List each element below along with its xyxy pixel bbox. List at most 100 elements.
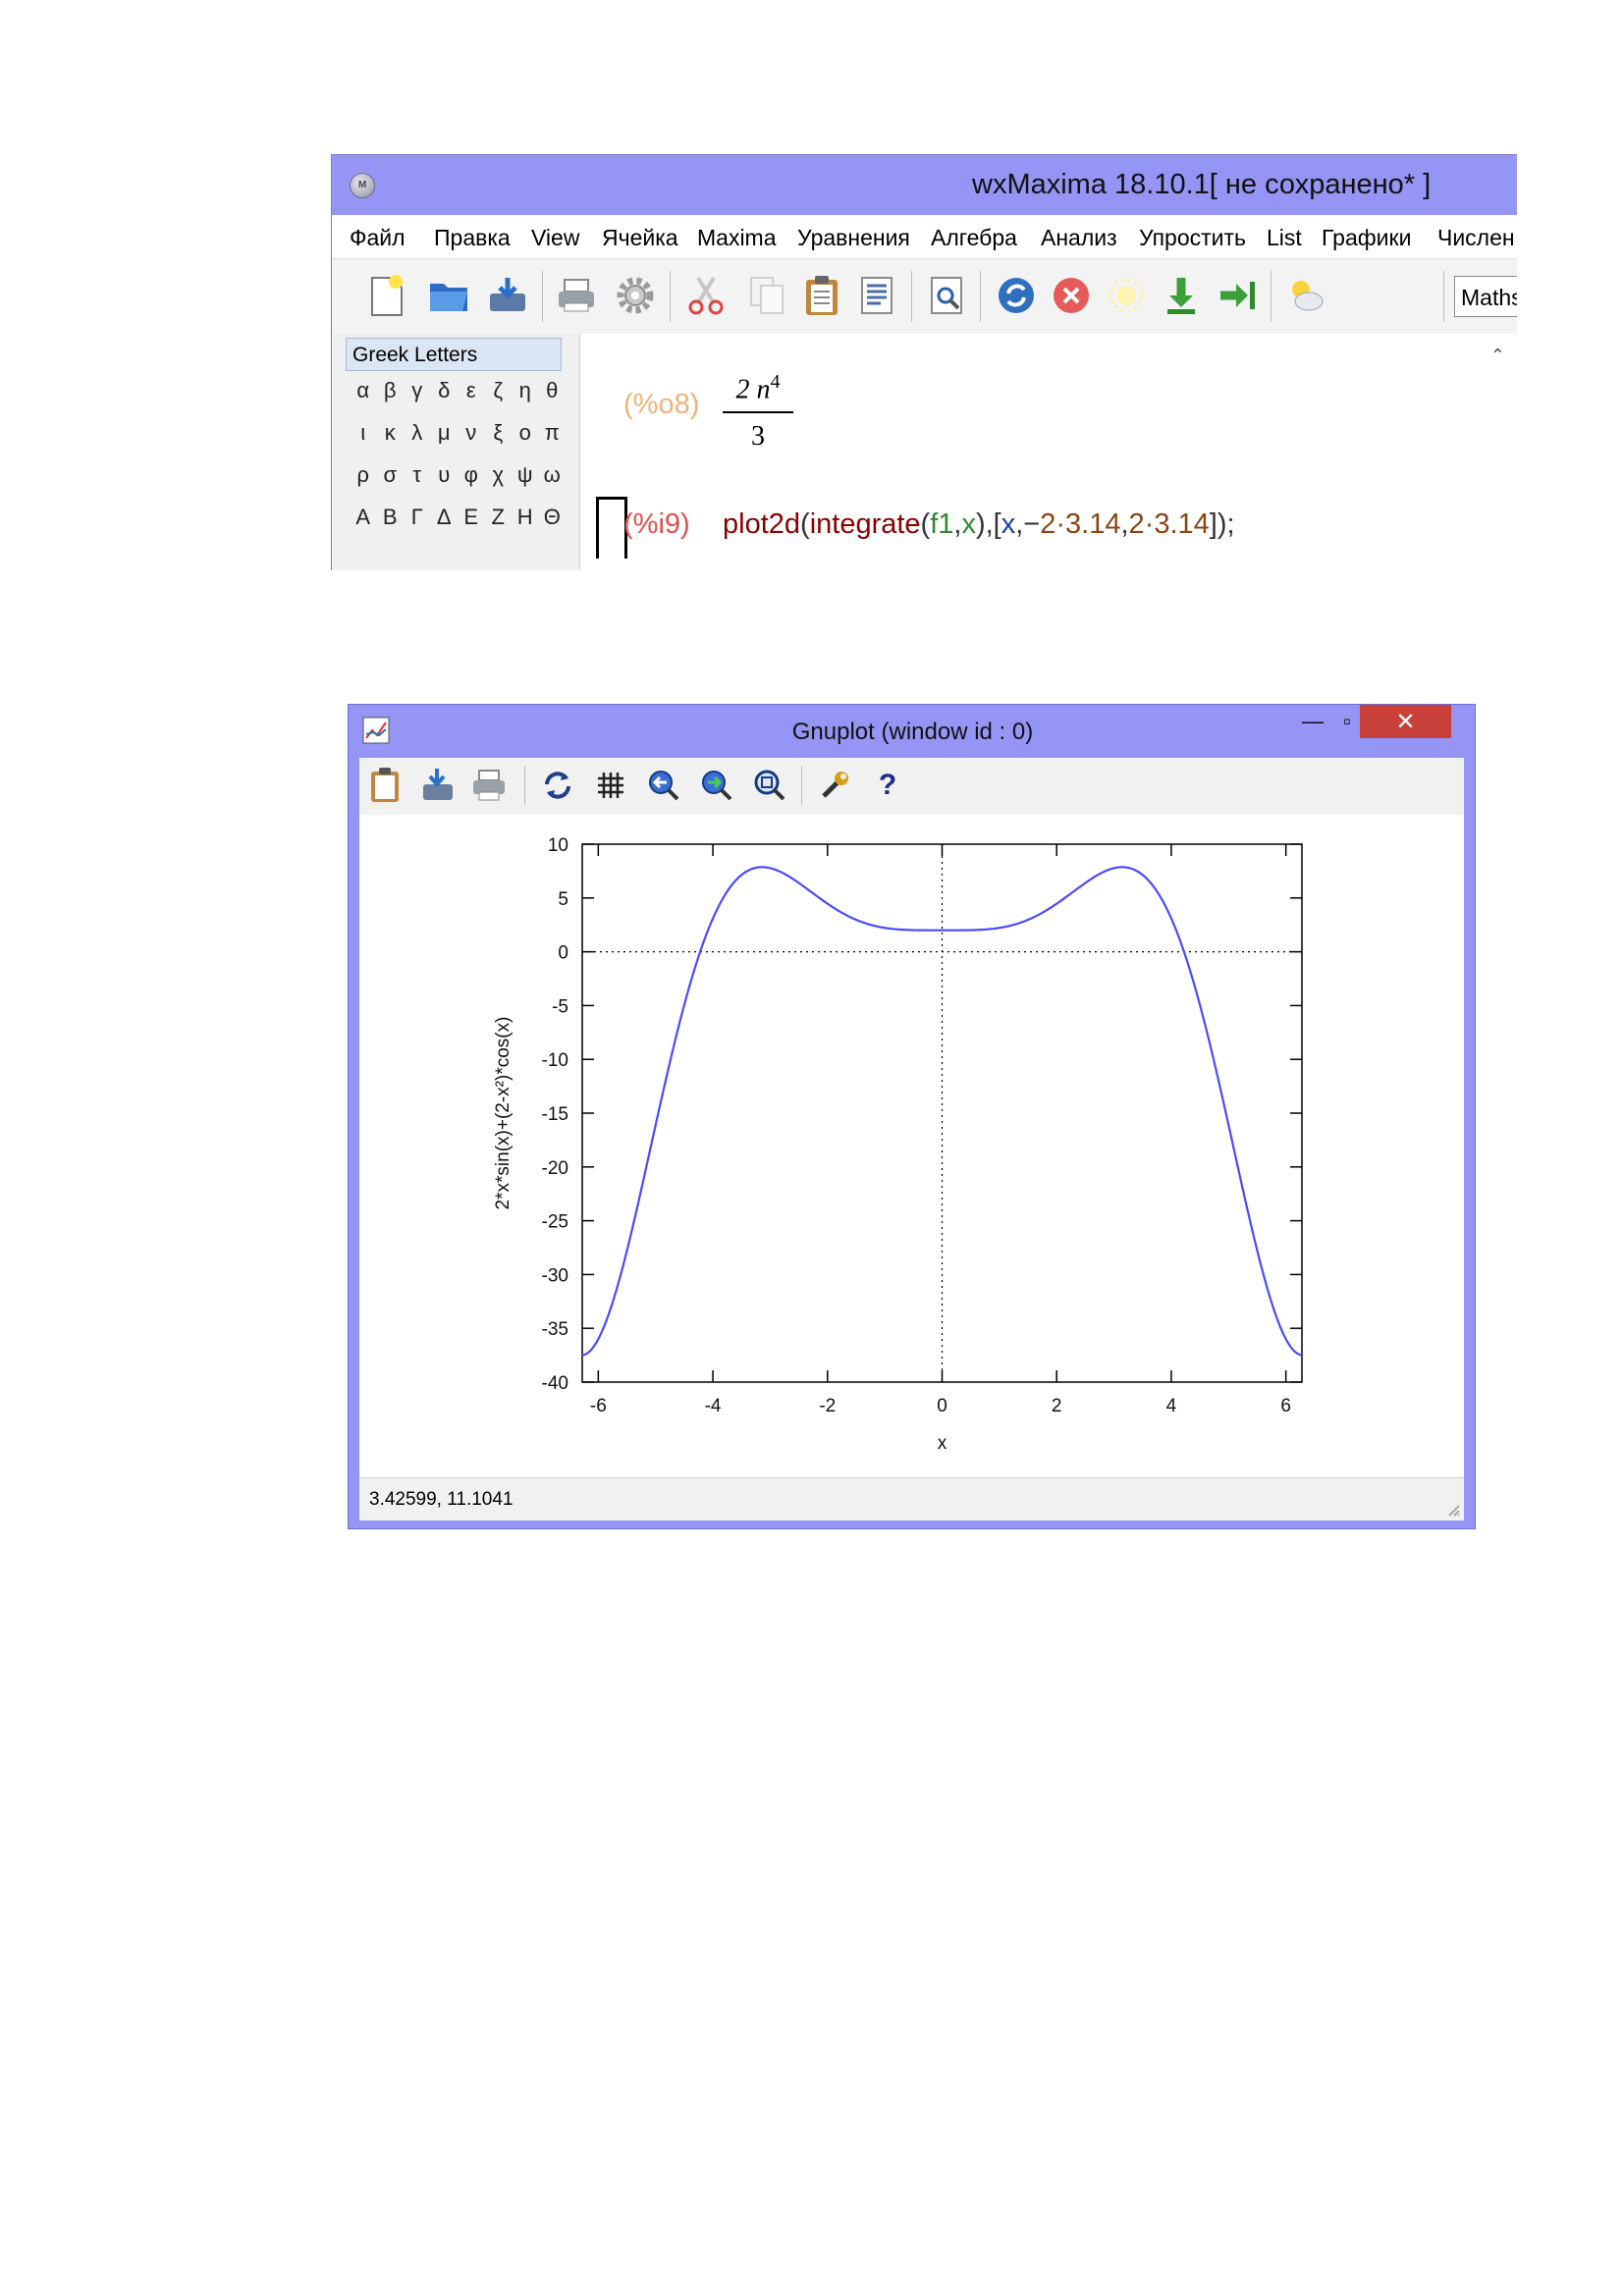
- menu-numeric[interactable]: Числен: [1437, 225, 1515, 251]
- select-all-icon[interactable]: [854, 273, 899, 318]
- fraction-numerator: 2 n: [735, 374, 771, 405]
- greek-letter[interactable]: Η: [512, 505, 539, 530]
- menu-maxima[interactable]: Maxima: [697, 225, 777, 251]
- help-icon[interactable]: ?: [866, 764, 909, 807]
- greek-row-3: ρστυφχψω: [350, 462, 566, 488]
- zoom-previous-icon[interactable]: [642, 764, 685, 807]
- greek-letter[interactable]: Ε: [458, 505, 485, 530]
- export-icon[interactable]: [416, 764, 460, 807]
- menu-edit[interactable]: Правка: [434, 225, 511, 251]
- print-icon[interactable]: [467, 764, 511, 807]
- gnuplot-toolbar: ?: [359, 758, 1464, 815]
- greek-letter[interactable]: α: [350, 378, 377, 403]
- menu-file[interactable]: Файл: [350, 225, 406, 251]
- weather-sun-cloud-icon[interactable]: [1282, 273, 1327, 318]
- open-folder-icon[interactable]: [426, 273, 471, 318]
- refresh-icon[interactable]: [994, 273, 1039, 318]
- greek-row-4: ΑΒΓΔΕΖΗΘ: [350, 505, 566, 530]
- greek-letter[interactable]: ζ: [485, 378, 513, 403]
- y-tick-label: -40: [542, 1373, 568, 1394]
- greek-letter[interactable]: ο: [512, 420, 539, 446]
- replot-icon[interactable]: [536, 764, 579, 807]
- greek-letter[interactable]: ε: [458, 378, 485, 403]
- find-icon[interactable]: [925, 273, 970, 318]
- paste-icon[interactable]: [799, 273, 844, 318]
- greek-letter[interactable]: τ: [404, 462, 431, 488]
- code-comma: ,−: [1015, 508, 1041, 540]
- wxmaxima-toolbar: Maths: [332, 258, 1517, 335]
- input-code[interactable]: plot2d(integrate(f1,x),[x,−2·3.14,2·3.14…: [723, 508, 1235, 541]
- greek-letter[interactable]: θ: [539, 378, 567, 403]
- greek-letter[interactable]: ι: [350, 420, 377, 446]
- minimize-icon[interactable]: —: [1293, 705, 1332, 738]
- greek-letter[interactable]: κ: [377, 420, 405, 446]
- greek-letter[interactable]: φ: [458, 462, 485, 488]
- copy-icon[interactable]: [744, 273, 789, 318]
- input-label: (%i9): [623, 508, 690, 540]
- worksheet[interactable]: (%o8) 2 n4 3 (%i9) plot2d(integrate(f1,x…: [580, 334, 1517, 570]
- print-icon[interactable]: [554, 273, 599, 318]
- greek-row-2: ικλμνξοπ: [350, 420, 566, 446]
- menu-list[interactable]: List: [1267, 225, 1302, 251]
- zoom-next-icon[interactable]: [695, 764, 738, 807]
- scroll-up-icon[interactable]: ⌃: [1490, 346, 1505, 366]
- greek-letter[interactable]: λ: [404, 420, 431, 446]
- gnuplot-title-bar[interactable]: Gnuplot (window id : 0) — ▫ ✕: [349, 705, 1477, 758]
- cell-type-select[interactable]: Maths: [1454, 276, 1517, 317]
- greek-letter[interactable]: η: [512, 378, 539, 403]
- maximize-icon[interactable]: ▫: [1334, 705, 1360, 738]
- grid-icon[interactable]: [589, 764, 632, 807]
- save-icon[interactable]: [485, 273, 530, 318]
- code-var: x: [1001, 508, 1016, 540]
- menu-plot[interactable]: Графики: [1322, 225, 1411, 251]
- greek-letter[interactable]: γ: [404, 378, 431, 403]
- close-icon[interactable]: ✕: [1360, 705, 1451, 738]
- code-fn: integrate: [809, 508, 921, 540]
- x-tick-label: -6: [590, 1396, 607, 1416]
- greek-letter[interactable]: δ: [431, 378, 459, 403]
- plot-canvas[interactable]: -6 -4 -2 0 2 4 61050-5-10-15-20-25-30-35-40 x …: [359, 815, 1464, 1477]
- wxmaxima-title-bar[interactable]: M wxMaxima 18.10.1[ не сохранено* ]: [332, 155, 1517, 215]
- greek-row-1: αβγδεζηθ: [350, 378, 566, 403]
- resize-grip-icon[interactable]: [1446, 1503, 1460, 1517]
- menu-view[interactable]: View: [531, 225, 579, 251]
- greek-letter[interactable]: Β: [377, 505, 405, 530]
- greek-letter[interactable]: χ: [485, 462, 513, 488]
- greek-letter[interactable]: Γ: [404, 505, 431, 530]
- menu-algebra[interactable]: Алгебра: [931, 225, 1017, 251]
- menu-cell[interactable]: Ячейка: [602, 225, 678, 251]
- greek-letter[interactable]: π: [539, 420, 567, 446]
- new-document-icon[interactable]: [363, 273, 408, 318]
- menu-calculus[interactable]: Анализ: [1041, 225, 1117, 251]
- options-icon[interactable]: [813, 764, 856, 807]
- menu-equations[interactable]: Уравнения: [797, 225, 910, 251]
- greek-letter[interactable]: ω: [539, 462, 567, 488]
- download-arrow-icon[interactable]: [1159, 273, 1204, 318]
- greek-letter[interactable]: ρ: [350, 462, 377, 488]
- plot-frame: [581, 843, 1303, 1383]
- greek-letter[interactable]: Θ: [539, 505, 567, 530]
- greek-letter[interactable]: ψ: [512, 462, 539, 488]
- clipboard-icon[interactable]: [363, 764, 406, 807]
- greek-letter[interactable]: σ: [377, 462, 405, 488]
- unzoom-icon[interactable]: [748, 764, 791, 807]
- stop-icon[interactable]: [1049, 273, 1094, 318]
- greek-letter[interactable]: ξ: [485, 420, 513, 446]
- menu-simplify[interactable]: Упростить: [1139, 225, 1246, 251]
- status-bar: 3.42599, 11.1041: [359, 1477, 1464, 1521]
- greek-letter[interactable]: Δ: [431, 505, 459, 530]
- sun-icon[interactable]: [1104, 273, 1149, 318]
- greek-letter[interactable]: Ζ: [485, 505, 513, 530]
- cut-icon[interactable]: [683, 273, 729, 318]
- greek-letter[interactable]: μ: [431, 420, 459, 446]
- greek-letter[interactable]: β: [377, 378, 405, 403]
- step-forward-icon[interactable]: [1214, 273, 1259, 318]
- x-tick-label: -2: [819, 1396, 836, 1416]
- greek-letter[interactable]: ν: [458, 420, 485, 446]
- code-number: 2·3.14: [1128, 508, 1210, 540]
- greek-letter[interactable]: υ: [431, 462, 459, 488]
- y-tick-label: -20: [542, 1158, 568, 1179]
- y-tick-label: 10: [548, 835, 568, 856]
- settings-gear-icon[interactable]: [613, 273, 658, 318]
- greek-letter[interactable]: Α: [350, 505, 377, 530]
